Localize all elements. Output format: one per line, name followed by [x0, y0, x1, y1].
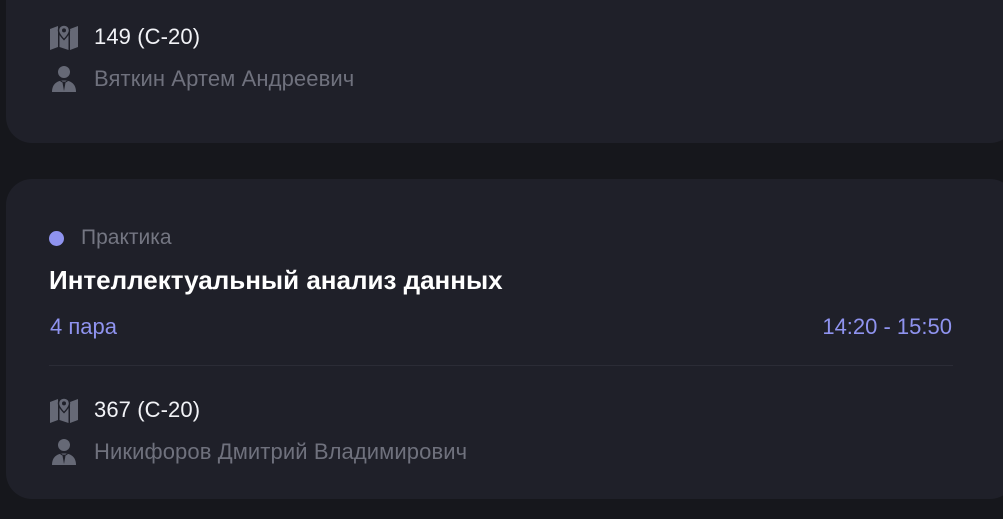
divider — [49, 365, 953, 366]
room-label: 149 (С-20) — [94, 24, 201, 49]
map-icon — [49, 395, 79, 425]
pair-number: 4 пара — [50, 314, 117, 339]
lesson-type-row: Практика — [49, 224, 172, 252]
room-row: 149 (С-20) — [49, 22, 200, 52]
teacher-row: Никифоров Дмитрий Владимирович — [49, 437, 467, 467]
lesson-time: 14:20 - 15:50 — [822, 314, 952, 339]
room-label: 367 (С-20) — [94, 397, 201, 422]
teacher-label: Никифоров Дмитрий Владимирович — [94, 439, 468, 464]
room-row: 367 (С-20) — [49, 395, 200, 425]
lesson-card[interactable]: Практика Интеллектуальный анализ данных … — [6, 179, 1003, 499]
lesson-type-label: Практика — [81, 226, 172, 249]
subject-title: Интеллектуальный анализ данных — [49, 265, 503, 295]
teacher-row: Вяткин Артем Андреевич — [49, 64, 354, 94]
lesson-card[interactable]: 149 (С-20) Вяткин Артем Андреевич — [6, 0, 1003, 143]
lesson-type-dot-icon — [49, 230, 64, 246]
teacher-label: Вяткин Артем Андреевич — [94, 66, 355, 91]
schedule-page: 149 (С-20) Вяткин Артем Андреевич Практи… — [0, 0, 1003, 519]
person-icon — [49, 437, 79, 467]
person-icon — [49, 64, 79, 94]
map-icon — [49, 22, 79, 52]
